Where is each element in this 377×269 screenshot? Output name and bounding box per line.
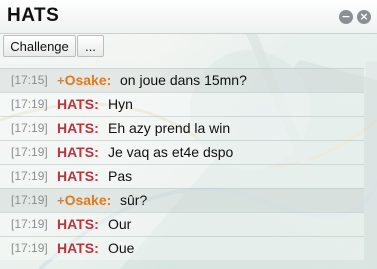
message-text: on joue dans 15mn? [120, 72, 247, 88]
chat-window: HATS − × Challenge ... [17:15] +Osake: o… [0, 0, 377, 269]
chat-message: [17:19] HATS: Hyn [0, 92, 364, 116]
sender-name: Osake: [64, 72, 112, 88]
chat-message: [17:19] HATS: Our [0, 212, 364, 236]
message-sender[interactable]: HATS: [57, 141, 99, 164]
message-sender[interactable]: +Osake: [57, 69, 111, 92]
message-timestamp: [17:19] [11, 121, 48, 135]
message-timestamp: [17:19] [11, 97, 48, 111]
voice-prefix: + [57, 73, 65, 88]
message-sender[interactable]: HATS: [57, 165, 99, 188]
message-sender[interactable]: HATS: [57, 237, 99, 260]
message-sender[interactable]: HATS: [57, 117, 99, 140]
message-text: Je vaq as et4e dspo [108, 144, 234, 160]
message-sender[interactable]: HATS: [57, 213, 99, 236]
message-timestamp: [17:19] [11, 145, 48, 159]
chat-message: [17:19] HATS: Eh azy prend la win [0, 116, 364, 140]
chat-message: [17:19] HATS: Je vaq as et4e dspo [0, 140, 364, 164]
chat-toolbar: Challenge ... [0, 34, 377, 60]
message-sender[interactable]: HATS: [57, 93, 99, 116]
chat-message: [17:19] +Osake: sûr? [0, 188, 364, 212]
message-text: Hyn [108, 96, 133, 112]
message-timestamp: [17:19] [11, 193, 48, 207]
window-title: HATS [7, 5, 60, 26]
message-text: sûr? [120, 192, 148, 208]
message-text: Eh azy prend la win [108, 120, 231, 136]
sender-name: Osake: [64, 192, 112, 208]
message-text: Our [108, 216, 132, 232]
message-timestamp: [17:19] [11, 217, 48, 231]
minimize-icon[interactable]: − [339, 10, 353, 24]
chat-message: [17:19] HATS: Oue [0, 236, 364, 260]
title-bar[interactable]: HATS − × [0, 0, 377, 34]
message-timestamp: [17:19] [11, 169, 48, 183]
voice-prefix: + [57, 193, 65, 208]
message-text: Pas [108, 168, 133, 184]
message-text: Oue [108, 240, 135, 256]
more-options-button[interactable]: ... [77, 35, 104, 57]
chat-log: [17:15] +Osake: on joue dans 15mn? [17:1… [0, 66, 377, 269]
chat-message: [17:19] HATS: Pas [0, 164, 364, 188]
chat-message: [17:15] +Osake: on joue dans 15mn? [0, 68, 364, 92]
message-sender[interactable]: +Osake: [57, 189, 111, 212]
message-timestamp: [17:19] [11, 241, 48, 255]
challenge-button[interactable]: Challenge [3, 35, 76, 57]
message-timestamp: [17:15] [11, 73, 48, 87]
close-icon[interactable]: × [357, 10, 371, 24]
